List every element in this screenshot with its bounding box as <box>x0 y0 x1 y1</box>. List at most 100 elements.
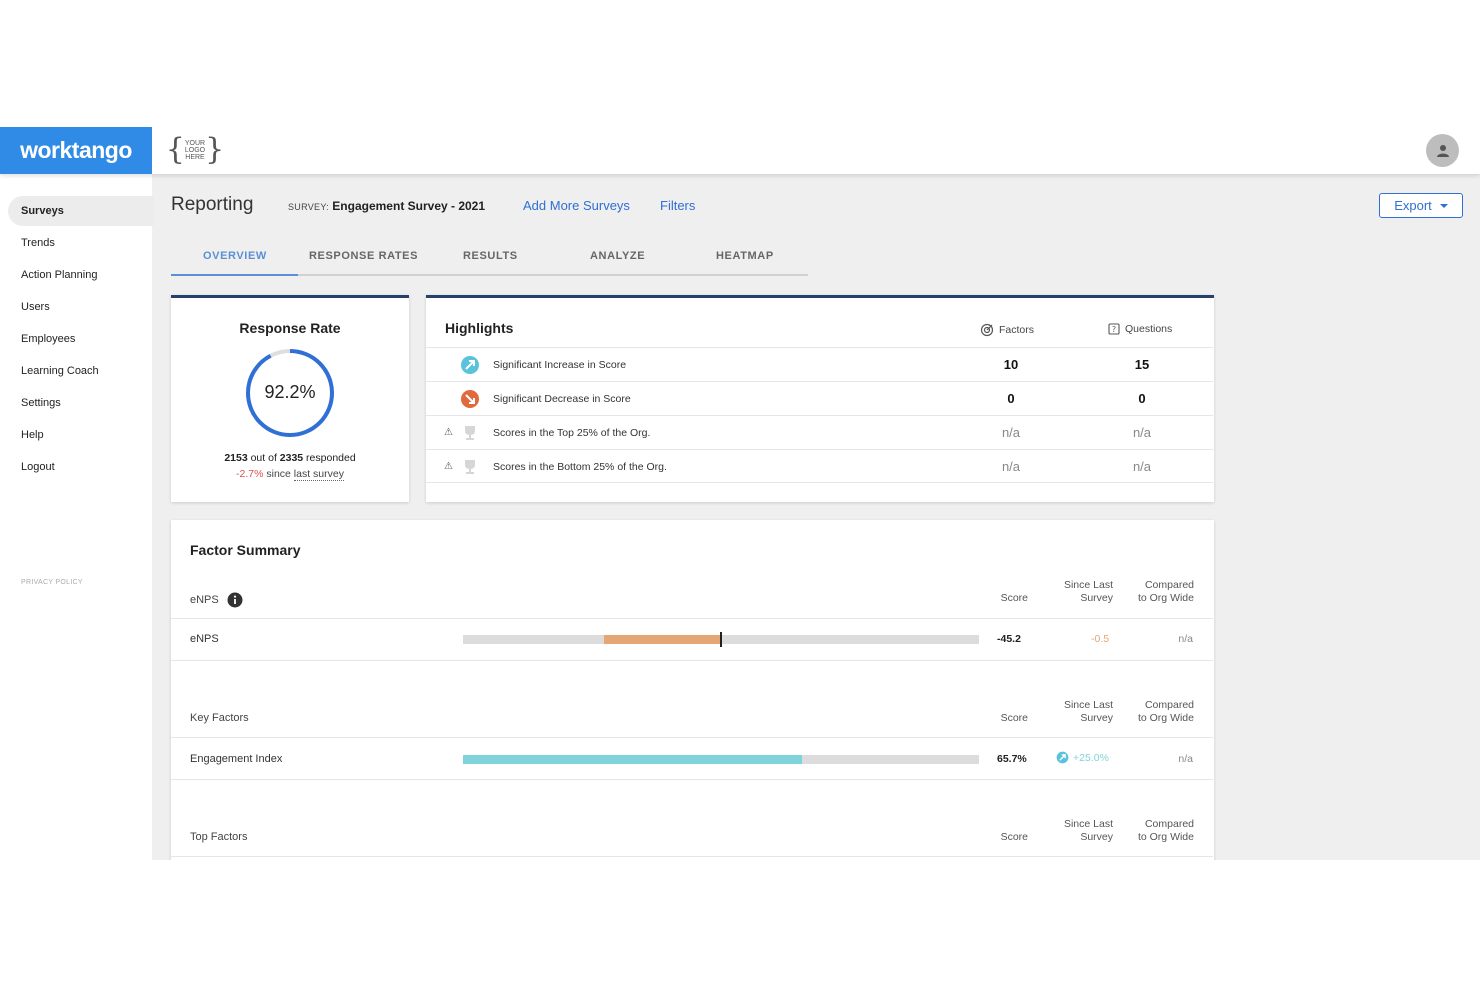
responded-count: 2153 <box>224 452 248 464</box>
trophy-icon <box>465 460 475 474</box>
highlight-factors-value: n/a <box>1001 459 1021 474</box>
survey-selector[interactable]: SURVEY: Engagement Survey - 2021 <box>288 199 485 213</box>
warning-icon: ⚠ <box>444 461 453 472</box>
highlights-title: Highlights <box>445 320 514 336</box>
logo-line: LOGO <box>184 146 206 154</box>
sidebar-item-surveys[interactable]: Surveys <box>8 196 154 226</box>
since-last-column-header: Since Last Survey <box>1043 699 1113 725</box>
highlight-row-top25[interactable]: ⚠ Scores in the Top 25% of the Org. n/a … <box>426 415 1213 449</box>
last-survey-tooltip[interactable]: last survey <box>293 468 344 481</box>
highlight-row-decrease[interactable]: Significant Decrease in Score 0 0 <box>426 381 1213 415</box>
since-last-line: Survey <box>1080 592 1113 604</box>
change-suffix: since <box>263 468 294 480</box>
sidebar-item-learning-coach[interactable]: Learning Coach <box>8 356 154 386</box>
highlight-questions-value: 15 <box>1134 357 1150 372</box>
questions-column-header: ? Questions <box>1108 323 1172 335</box>
response-change: -2.7% since last survey <box>171 468 409 481</box>
warning-icon: ⚠ <box>444 427 453 438</box>
since-last-line: Survey <box>1080 831 1113 843</box>
sidebar-item-employees[interactable]: Employees <box>8 324 154 354</box>
filters-link[interactable]: Filters <box>660 198 695 213</box>
since-last-column-header: Since Last Survey <box>1043 579 1113 605</box>
highlight-label: Scores in the Top 25% of the Org. <box>493 427 651 439</box>
user-avatar[interactable] <box>1426 134 1459 167</box>
sidebar-item-logout[interactable]: Logout <box>8 452 154 482</box>
org-wide-line: to Org Wide <box>1137 831 1194 843</box>
questions-label: Questions <box>1125 323 1173 335</box>
engagement-index-bar <box>463 755 979 764</box>
tab-overview[interactable]: OVERVIEW <box>203 250 267 262</box>
divider <box>171 618 1213 619</box>
enps-section-label: eNPS <box>190 592 243 608</box>
enps-since-last: -0.5 <box>1091 633 1110 645</box>
brace-left-icon: { <box>165 132 185 167</box>
sidebar-item-action-planning[interactable]: Action Planning <box>8 260 154 290</box>
arrow-up-icon <box>1056 751 1069 764</box>
survey-prefix: SURVEY: <box>288 202 329 212</box>
highlight-row-bottom25[interactable]: ⚠ Scores in the Bottom 25% of the Org. n… <box>426 449 1213 483</box>
since-last-line: Since Last <box>1063 579 1113 591</box>
key-factors-section-label: Key Factors <box>190 712 249 724</box>
response-rate-title: Response Rate <box>239 320 341 336</box>
info-icon[interactable] <box>227 592 243 608</box>
engagement-index-label[interactable]: Engagement Index <box>190 753 282 765</box>
count-suffix: responded <box>303 452 356 464</box>
factor-summary-title: Factor Summary <box>190 542 301 558</box>
highlight-factors-value: 0 <box>1007 391 1015 406</box>
enps-bar <box>463 632 979 647</box>
logo-line: YOUR <box>184 139 206 147</box>
page-title: Reporting <box>171 194 254 215</box>
since-last-line: Survey <box>1080 712 1113 724</box>
factors-column-header: Factors <box>980 323 1034 337</box>
sidebar-item-settings[interactable]: Settings <box>8 388 154 418</box>
since-last-column-header: Since Last Survey <box>1043 818 1113 844</box>
top-factors-section-label: Top Factors <box>190 831 248 843</box>
sidebar-item-help[interactable]: Help <box>8 420 154 450</box>
enps-row-label[interactable]: eNPS <box>190 633 219 645</box>
sidebar-item-trends[interactable]: Trends <box>8 228 154 258</box>
since-last-value: +25.0% <box>1073 751 1109 764</box>
logo-line: HERE <box>185 153 205 161</box>
user-icon <box>1436 144 1449 157</box>
highlight-label: Scores in the Bottom 25% of the Org. <box>493 461 667 473</box>
engagement-index-since-last: +25.0% <box>1056 751 1109 764</box>
privacy-policy-link[interactable]: PRIVACY POLICY <box>21 579 83 586</box>
score-column-header: Score <box>1000 712 1028 724</box>
tab-analyze[interactable]: ANALYZE <box>590 250 645 262</box>
sidebar-item-users[interactable]: Users <box>8 292 154 322</box>
factors-label: Factors <box>999 324 1035 336</box>
sidebar: Surveys Trends Action Planning Users Emp… <box>0 174 154 860</box>
divider <box>171 779 1213 780</box>
highlight-label: Significant Decrease in Score <box>493 393 631 405</box>
enps-org-wide: n/a <box>1178 633 1193 645</box>
highlights-card: Highlights Factors ? Questions Significa… <box>426 295 1214 502</box>
enps-section-text: eNPS <box>190 594 219 606</box>
highlight-factors-value: n/a <box>1001 425 1021 440</box>
tab-response-rates[interactable]: RESPONSE RATES <box>309 250 418 262</box>
target-icon <box>980 323 994 337</box>
org-wide-line: to Org Wide <box>1137 712 1194 724</box>
brand-logo[interactable]: worktango <box>0 127 152 174</box>
response-change-value: -2.7% <box>236 468 264 480</box>
divider <box>171 737 1213 738</box>
tab-heatmap[interactable]: HEATMAP <box>716 250 774 262</box>
svg-text:?: ? <box>1112 325 1116 334</box>
export-label: Export <box>1394 198 1432 213</box>
engagement-index-score: 65.7% <box>997 753 1027 765</box>
score-column-header: Score <box>1000 592 1028 604</box>
export-button[interactable]: Export <box>1379 193 1463 218</box>
caret-down-icon <box>1439 203 1448 208</box>
enps-score: -45.2 <box>997 633 1021 645</box>
org-wide-line: to Org Wide <box>1137 592 1194 604</box>
org-wide-column-header: Compared to Org Wide <box>1119 579 1194 605</box>
highlight-row-increase[interactable]: Significant Increase in Score 10 15 <box>426 347 1213 381</box>
count-connector: out of <box>247 452 280 464</box>
customer-logo: { YOUR LOGO HERE } <box>166 133 224 167</box>
trophy-icon <box>465 426 475 440</box>
add-more-surveys-link[interactable]: Add More Surveys <box>523 198 630 213</box>
response-rate-value: 92.2% <box>264 382 316 402</box>
customer-logo-text: YOUR LOGO HERE <box>185 140 205 161</box>
tab-results[interactable]: RESULTS <box>463 250 518 262</box>
highlight-label: Significant Increase in Score <box>493 359 627 371</box>
report-tabs: OVERVIEW RESPONSE RATES RESULTS ANALYZE … <box>171 241 808 276</box>
